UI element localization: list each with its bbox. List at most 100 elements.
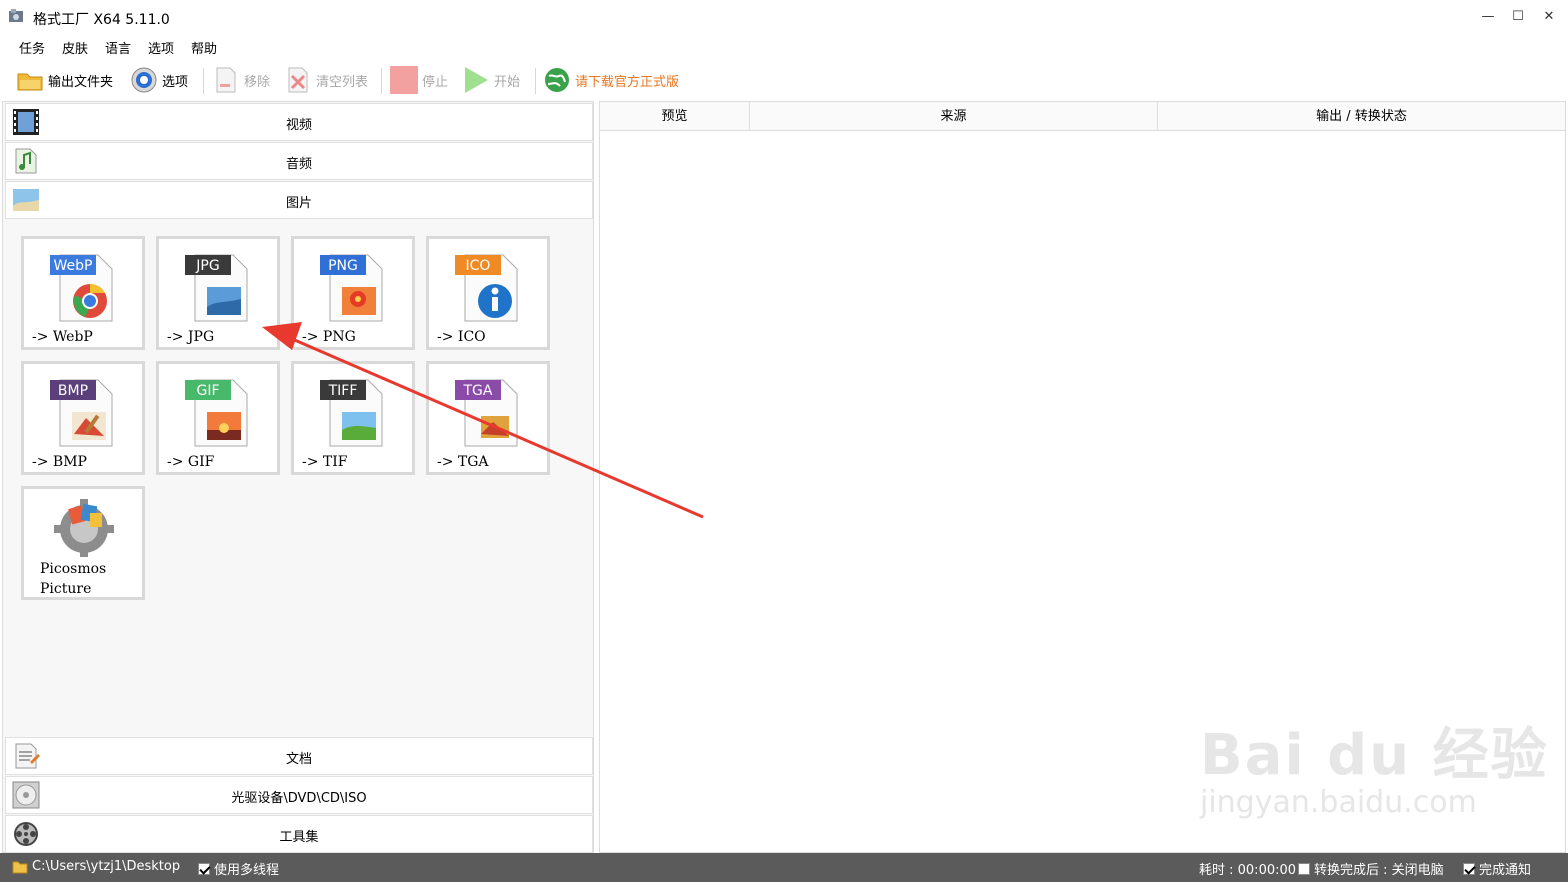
download-official-label: 请下载官方正式版 bbox=[575, 74, 680, 90]
tile-gif[interactable]: GIF -> GIF bbox=[156, 361, 280, 475]
folder-icon bbox=[12, 861, 28, 873]
category-picture[interactable]: 图片 bbox=[5, 181, 593, 219]
app-icon bbox=[9, 9, 23, 22]
menu-options[interactable]: 选项 bbox=[148, 38, 174, 57]
minimize-button[interactable]: — bbox=[1472, 4, 1504, 30]
stop-label: 停止 bbox=[422, 74, 449, 90]
tile-ico[interactable]: ICO -> ICO bbox=[426, 236, 550, 350]
category-disc[interactable]: 光驱设备\DVD\CD\ISO bbox=[5, 776, 593, 814]
remove-button[interactable]: 移除 bbox=[212, 63, 270, 97]
jpg-file-icon: JPG bbox=[185, 254, 248, 322]
tile-webp[interactable]: WebP -> WebP bbox=[21, 236, 145, 350]
title-bar: 格式工厂 X64 5.11.0 — ☐ ✕ bbox=[0, 0, 1568, 34]
clear-list-label: 清空列表 bbox=[316, 74, 369, 90]
png-file-icon: PNG bbox=[320, 254, 383, 322]
clear-list-button[interactable]: 清空列表 bbox=[284, 63, 368, 97]
maximize-button[interactable]: ☐ bbox=[1502, 4, 1534, 30]
tile-ico-label: -> ICO bbox=[437, 329, 486, 345]
gif-file-icon: GIF bbox=[185, 379, 248, 447]
category-document-label: 文档 bbox=[285, 752, 312, 767]
category-document[interactable]: 文档 bbox=[5, 737, 593, 775]
menu-task[interactable]: 任务 bbox=[19, 38, 45, 57]
column-header-output-status[interactable]: 输出 / 转换状态 bbox=[1158, 102, 1565, 131]
close-button[interactable]: ✕ bbox=[1533, 4, 1565, 30]
after-convert-checkbox[interactable] bbox=[1298, 862, 1310, 875]
output-folder-button[interactable]: 输出文件夹 bbox=[16, 63, 113, 97]
download-official-button[interactable]: 请下载官方正式版 bbox=[543, 63, 679, 97]
ico-file-icon: ICO bbox=[455, 254, 518, 322]
tile-png-label: -> PNG bbox=[302, 329, 356, 345]
after-convert-label: 转换完成后 : 关闭电脑 bbox=[1314, 863, 1444, 878]
toolbar: 输出文件夹 选项 移除 清空列表 停止 开始 请下载官方正式版 bbox=[0, 60, 1568, 100]
gear-icon bbox=[131, 67, 157, 93]
options-label: 选项 bbox=[162, 74, 189, 90]
tile-webp-label: -> WebP bbox=[32, 329, 93, 345]
stop-icon bbox=[390, 66, 418, 94]
output-path[interactable]: C:\Users\ytzj1\Desktop bbox=[12, 859, 180, 874]
category-audio-label: 音频 bbox=[285, 157, 312, 172]
after-convert-option[interactable]: 转换完成后 : 关闭电脑 bbox=[1298, 859, 1444, 878]
elapsed-time-label: 耗时 : 00:00:00 bbox=[1199, 863, 1297, 878]
tile-tif[interactable]: TIFF -> TIF bbox=[291, 361, 415, 475]
tile-picosmos-line2: Picture bbox=[40, 581, 92, 597]
tile-picosmos-line1: Picosmos bbox=[40, 561, 107, 577]
category-audio[interactable]: 音频 bbox=[5, 142, 593, 180]
globe-icon bbox=[545, 68, 569, 92]
tile-badge: TGA bbox=[463, 383, 493, 399]
status-bar: C:\Users\ytzj1\Desktop 使用多线程 耗时 : 00:00:… bbox=[0, 853, 1568, 882]
tile-jpg-label: -> JPG bbox=[167, 329, 215, 345]
tile-badge: ICO bbox=[466, 258, 491, 274]
start-label: 开始 bbox=[494, 74, 521, 90]
tile-png[interactable]: PNG -> PNG bbox=[291, 236, 415, 350]
tiff-file-icon: TIFF bbox=[320, 379, 383, 447]
multithread-checkbox[interactable] bbox=[198, 862, 210, 875]
webp-file-icon: WebP bbox=[50, 254, 113, 322]
column-header-preview[interactable]: 预览 bbox=[600, 102, 750, 131]
tile-bmp-label: -> BMP bbox=[32, 454, 87, 470]
tile-badge: TIFF bbox=[328, 383, 358, 399]
tile-bmp[interactable]: BMP -> BMP bbox=[21, 361, 145, 475]
start-button[interactable]: 开始 bbox=[462, 63, 520, 97]
remove-label: 移除 bbox=[244, 74, 271, 90]
tile-picosmos[interactable]: Picosmos Picture bbox=[21, 486, 145, 600]
picosmos-gear-icon bbox=[54, 499, 114, 557]
tile-tga[interactable]: TGA -> TGA bbox=[426, 361, 550, 475]
clear-list-icon bbox=[288, 67, 308, 93]
notify-checkbox[interactable] bbox=[1463, 862, 1475, 875]
menu-help[interactable]: 帮助 bbox=[191, 38, 217, 57]
notify-option[interactable]: 完成通知 bbox=[1463, 859, 1531, 878]
output-path-label: C:\Users\ytzj1\Desktop bbox=[32, 859, 181, 874]
multithread-option[interactable]: 使用多线程 bbox=[198, 859, 279, 878]
column-header-source[interactable]: 来源 bbox=[750, 102, 1158, 131]
watermark-main: Bai du 经验 bbox=[1200, 723, 1549, 788]
tile-tga-label: -> TGA bbox=[437, 454, 489, 470]
menu-skin[interactable]: 皮肤 bbox=[62, 38, 88, 57]
stop-button[interactable]: 停止 bbox=[390, 63, 448, 97]
tga-file-icon: TGA bbox=[455, 379, 518, 447]
menu-language[interactable]: 语言 bbox=[105, 38, 131, 57]
category-video-label: 视频 bbox=[285, 118, 312, 133]
folder-icon bbox=[17, 73, 43, 91]
tile-badge: BMP bbox=[58, 383, 88, 399]
baidu-watermark: Bai du 经验 jingyan.baidu.com bbox=[1200, 710, 1549, 820]
multithread-label: 使用多线程 bbox=[214, 863, 280, 878]
category-tools-label: 工具集 bbox=[279, 830, 319, 845]
category-disc-label: 光驱设备\DVD\CD\ISO bbox=[231, 791, 367, 806]
play-icon bbox=[465, 67, 488, 93]
bmp-file-icon: BMP bbox=[50, 379, 113, 447]
toolbar-separator bbox=[535, 68, 536, 94]
output-folder-label: 输出文件夹 bbox=[48, 74, 114, 90]
category-tools[interactable]: 工具集 bbox=[5, 815, 593, 853]
options-button[interactable]: 选项 bbox=[130, 63, 188, 97]
notify-label: 完成通知 bbox=[1479, 863, 1532, 878]
window-title: 格式工厂 X64 5.11.0 bbox=[33, 12, 170, 28]
tile-badge: JPG bbox=[195, 258, 219, 274]
tile-picosmos-label: Picosmos Picture bbox=[40, 559, 106, 599]
category-video[interactable]: 视频 bbox=[5, 103, 593, 141]
toolbar-separator bbox=[203, 68, 204, 94]
document-remove-icon bbox=[216, 67, 236, 93]
elapsed-time: 耗时 : 00:00:00 bbox=[1199, 859, 1296, 878]
tile-jpg[interactable]: JPG -> JPG bbox=[156, 236, 280, 350]
toolbar-separator bbox=[381, 68, 382, 94]
menu-bar: 任务 皮肤 语言 选项 帮助 bbox=[0, 34, 1568, 58]
